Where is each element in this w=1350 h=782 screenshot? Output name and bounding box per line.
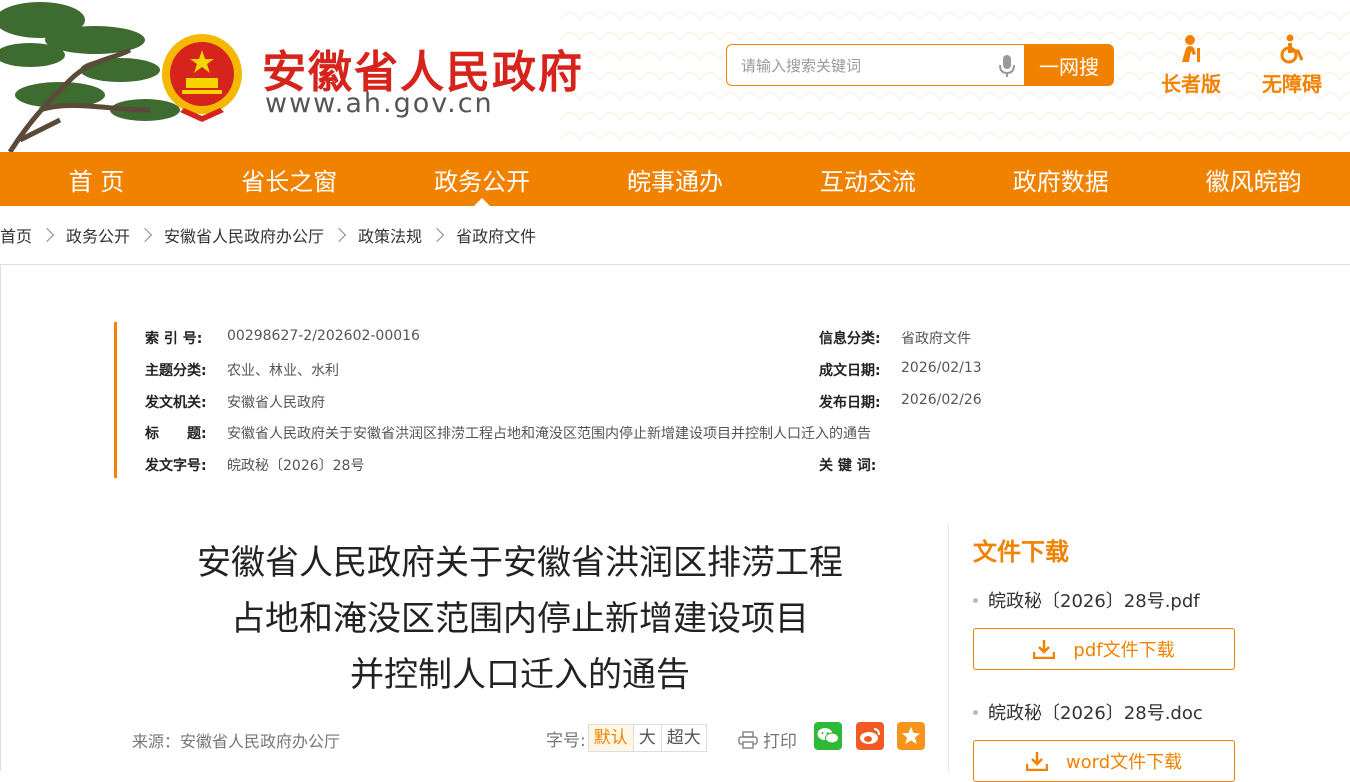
- font-size-control: 字号: 默认 大 超大: [546, 724, 707, 752]
- elder-version-link[interactable]: 长者版: [1151, 34, 1231, 97]
- search-input[interactable]: [739, 45, 993, 87]
- printer-icon: [738, 730, 758, 749]
- pdf-download-button[interactable]: pdf文件下载: [973, 628, 1235, 670]
- favorite-button[interactable]: [897, 722, 925, 750]
- chevron-right-icon: [137, 227, 153, 243]
- print-button[interactable]: 打印: [738, 727, 797, 752]
- file-name-doc: 皖政秘〔2026〕28号.doc: [988, 703, 1203, 724]
- meta-topic-label: 主题分类:: [145, 363, 207, 379]
- chevron-right-icon: [39, 227, 55, 243]
- meta-topic-value: 农业、林业、水利: [227, 363, 339, 379]
- font-size-default[interactable]: 默认: [588, 725, 634, 751]
- file-item-pdf: 皖政秘〔2026〕28号.pdf: [973, 587, 1200, 613]
- elder-icon: [1182, 35, 1200, 62]
- meta-created-value: 2026/02/13: [901, 360, 982, 376]
- document-metadata: 索 引 号: 00298627-2/202602-00016 信息分类: 省政府…: [114, 322, 1017, 478]
- meta-keywords-label: 关 键 词:: [819, 458, 877, 474]
- nav-services[interactable]: 皖事通办: [579, 152, 772, 206]
- elder-version-label: 长者版: [1161, 72, 1221, 96]
- article-title-line: 安徽省人民政府关于安徽省洪润区排涝工程: [197, 543, 843, 583]
- font-size-xlarge[interactable]: 超大: [662, 725, 706, 751]
- word-download-button[interactable]: word文件下载: [973, 740, 1235, 782]
- bullet-icon: [973, 597, 978, 603]
- meta-created-row: 成文日期: 2026/02/13: [819, 360, 982, 380]
- article-source: 来源：安徽省人民政府办公厅: [132, 732, 341, 751]
- meta-title-value: 安徽省人民政府关于安徽省洪润区排涝工程占地和淹没区范围内停止新增建设项目并控制人…: [227, 426, 871, 442]
- meta-title-row: 标 题: 安徽省人民政府关于安徽省洪润区排涝工程占地和淹没区范围内停止新增建设项…: [145, 423, 871, 443]
- bullet-icon: [973, 709, 978, 715]
- site-url[interactable]: www.ah.gov.cn: [265, 88, 494, 119]
- meta-published-value: 2026/02/26: [901, 392, 982, 408]
- microphone-icon[interactable]: [999, 54, 1015, 78]
- meta-published-label: 发布日期:: [819, 395, 881, 411]
- font-size-label: 字号:: [546, 730, 586, 751]
- share-weibo-button[interactable]: [856, 722, 884, 750]
- main-nav: 首 页 省长之窗 政务公开 皖事通办 互动交流 政府数据 徽风皖韵: [0, 152, 1350, 206]
- meta-issuer-label: 发文机关:: [145, 395, 207, 411]
- share-wechat-button[interactable]: [814, 722, 842, 750]
- article-title-line: 并控制人口迁入的通告: [350, 655, 690, 695]
- nav-gov-affairs[interactable]: 政务公开: [386, 152, 579, 206]
- meta-category-row: 信息分类: 省政府文件: [819, 328, 971, 348]
- nav-governor[interactable]: 省长之窗: [193, 152, 386, 206]
- font-size-options: 默认 大 超大: [587, 724, 707, 752]
- file-name-pdf: 皖政秘〔2026〕28号.pdf: [988, 591, 1200, 612]
- meta-issuer-value: 安徽省人民政府: [227, 395, 325, 411]
- meta-published-row: 发布日期: 2026/02/26: [819, 392, 982, 412]
- weibo-icon: [860, 728, 880, 744]
- article-title-line: 占地和淹没区范围内停止新增建设项目: [231, 599, 809, 639]
- meta-index-value: 00298627-2/202602-00016: [227, 328, 420, 344]
- breadcrumb-office[interactable]: 安徽省人民政府办公厅: [164, 223, 324, 247]
- wheelchair-icon: [1280, 34, 1304, 64]
- meta-category-value: 省政府文件: [901, 331, 971, 347]
- nav-gov-data[interactable]: 政府数据: [964, 152, 1157, 206]
- meta-index-label: 索 引 号:: [145, 331, 203, 347]
- nav-interaction[interactable]: 互动交流: [771, 152, 964, 206]
- word-download-label: word文件下载: [1065, 752, 1183, 773]
- breadcrumb-home[interactable]: 首页: [0, 223, 32, 247]
- meta-title-label: 标 题:: [145, 426, 207, 442]
- article-title: 安徽省人民政府关于安徽省洪润区排涝工程 占地和淹没区范围内停止新增建设项目 并控…: [100, 535, 940, 703]
- meta-docno-label: 发文字号:: [145, 458, 207, 474]
- national-emblem-icon: [162, 34, 242, 122]
- print-label: 打印: [763, 732, 797, 752]
- breadcrumb-policy[interactable]: 政策法规: [358, 223, 422, 247]
- accessibility-label: 无障碍: [1262, 72, 1322, 96]
- meta-docno-value: 皖政秘〔2026〕28号: [227, 458, 365, 474]
- wechat-icon: [817, 728, 839, 744]
- pdf-download-label: pdf文件下载: [1073, 640, 1175, 661]
- meta-created-label: 成文日期:: [819, 363, 881, 379]
- meta-keywords-row: 关 键 词:: [819, 455, 876, 475]
- font-size-large[interactable]: 大: [634, 725, 662, 751]
- breadcrumb: 首页 政务公开 安徽省人民政府办公厅 政策法规 省政府文件: [0, 222, 536, 248]
- meta-issuer-row: 发文机关: 安徽省人民政府: [145, 392, 325, 412]
- nav-culture[interactable]: 徽风皖韵: [1157, 152, 1350, 206]
- breadcrumb-gov-affairs[interactable]: 政务公开: [66, 223, 130, 247]
- search-box: [726, 44, 1024, 87]
- downloads-title: 文件下载: [973, 538, 1069, 566]
- meta-docno-row: 发文字号: 皖政秘〔2026〕28号: [145, 455, 364, 475]
- meta-topic-row: 主题分类: 农业、林业、水利: [145, 360, 339, 380]
- search-button[interactable]: 一网搜: [1024, 44, 1114, 86]
- download-icon: [1025, 752, 1048, 771]
- vertical-divider: [948, 524, 949, 771]
- nav-home[interactable]: 首 页: [0, 152, 193, 206]
- accessibility-link[interactable]: 无障碍: [1252, 34, 1332, 97]
- chevron-right-icon: [429, 227, 445, 243]
- meta-category-label: 信息分类:: [819, 331, 881, 347]
- meta-index-row: 索 引 号: 00298627-2/202602-00016: [145, 328, 420, 348]
- breadcrumb-documents[interactable]: 省政府文件: [456, 223, 536, 247]
- download-icon: [1033, 640, 1056, 659]
- chevron-right-icon: [331, 227, 347, 243]
- file-item-doc: 皖政秘〔2026〕28号.doc: [973, 699, 1203, 725]
- site-header: 安徽省人民政府 www.ah.gov.cn 一网搜 长者版 无障碍: [0, 0, 1350, 152]
- favorite-icon: [902, 727, 920, 744]
